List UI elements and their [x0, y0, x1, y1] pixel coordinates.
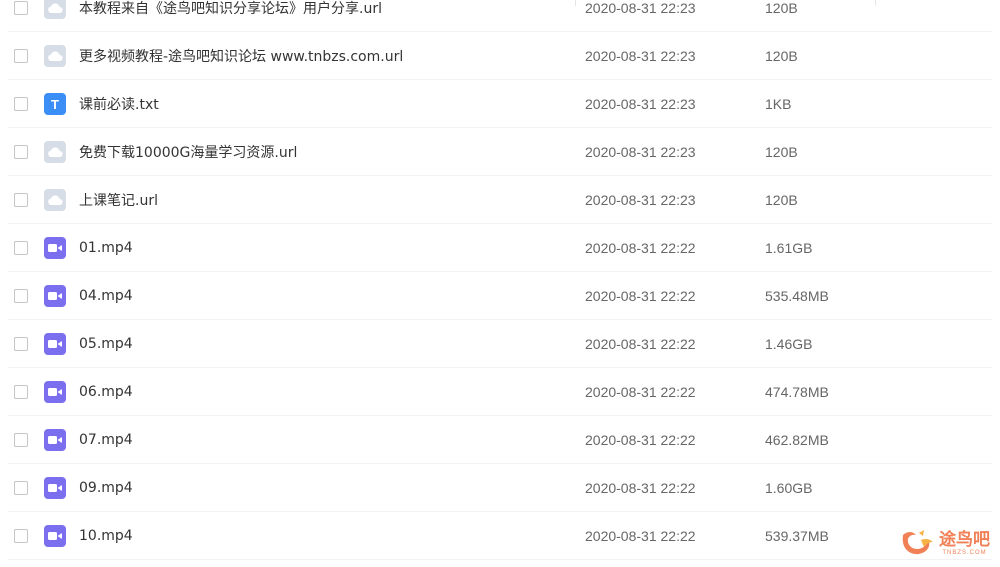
file-row[interactable]: 04.mp4 2020-08-31 22:22 535.48MB: [0, 272, 1000, 320]
video-file-icon: [44, 237, 66, 259]
file-row[interactable]: T 课前必读.txt 2020-08-31 22:23 1KB: [0, 80, 1000, 128]
row-checkbox[interactable]: [14, 193, 28, 207]
file-date: 2020-08-31 22:22: [585, 384, 696, 400]
file-row[interactable]: 06.mp4 2020-08-31 22:22 474.78MB: [0, 368, 1000, 416]
file-row[interactable]: 07.mp4 2020-08-31 22:22 462.82MB: [0, 416, 1000, 464]
watermark-domain: TNBZS.COM: [942, 550, 987, 556]
file-row[interactable]: 09.mp4 2020-08-31 22:22 1.60GB: [0, 464, 1000, 512]
file-row[interactable]: 05.mp4 2020-08-31 22:22 1.46GB: [0, 320, 1000, 368]
file-date: 2020-08-31 22:22: [585, 432, 696, 448]
file-name[interactable]: 更多视频教程-途鸟吧知识论坛 www.tnbzs.com.url: [79, 46, 403, 66]
row-checkbox[interactable]: [14, 241, 28, 255]
file-size: 539.37MB: [765, 528, 829, 544]
file-date: 2020-08-31 22:22: [585, 480, 696, 496]
file-size: 1KB: [765, 96, 792, 112]
file-row[interactable]: 更多视频教程-途鸟吧知识论坛 www.tnbzs.com.url 2020-08…: [0, 32, 1000, 80]
file-row[interactable]: 上课笔记.url 2020-08-31 22:23 120B: [0, 176, 1000, 224]
file-name[interactable]: 本教程来自《途鸟吧知识分享论坛》用户分享.url: [79, 0, 382, 18]
link-file-icon: [44, 45, 66, 67]
site-watermark: 途鸟吧 TNBZS.COM: [897, 527, 990, 561]
row-checkbox[interactable]: [14, 289, 28, 303]
file-size: 1.61GB: [765, 240, 813, 256]
file-date: 2020-08-31 22:22: [585, 528, 696, 544]
file-row[interactable]: 01.mp4 2020-08-31 22:22 1.61GB: [0, 224, 1000, 272]
file-row[interactable]: 10.mp4 2020-08-31 22:22 539.37MB: [0, 512, 1000, 560]
file-date: 2020-08-31 22:23: [585, 0, 696, 16]
row-checkbox[interactable]: [14, 529, 28, 543]
file-date: 2020-08-31 22:22: [585, 336, 696, 352]
file-name[interactable]: 05.mp4: [79, 336, 133, 352]
video-file-icon: [44, 525, 66, 547]
file-row[interactable]: 本教程来自《途鸟吧知识分享论坛》用户分享.url 2020-08-31 22:2…: [0, 0, 1000, 32]
row-checkbox[interactable]: [14, 481, 28, 495]
file-name[interactable]: 上课笔记.url: [79, 190, 158, 210]
video-file-icon: [44, 381, 66, 403]
video-file-icon: [44, 285, 66, 307]
file-name[interactable]: 04.mp4: [79, 288, 133, 304]
file-size: 120B: [765, 48, 798, 64]
file-size: 120B: [765, 192, 798, 208]
file-date: 2020-08-31 22:23: [585, 192, 696, 208]
row-checkbox[interactable]: [14, 385, 28, 399]
file-name[interactable]: 课前必读.txt: [79, 94, 159, 114]
file-list: 本教程来自《途鸟吧知识分享论坛》用户分享.url 2020-08-31 22:2…: [0, 0, 1000, 567]
file-size: 120B: [765, 0, 798, 16]
row-checkbox[interactable]: [14, 49, 28, 63]
link-file-icon: [44, 189, 66, 211]
row-checkbox[interactable]: [14, 1, 28, 15]
row-checkbox[interactable]: [14, 97, 28, 111]
link-file-icon: [44, 0, 66, 19]
file-size: 535.48MB: [765, 288, 829, 304]
row-checkbox[interactable]: [14, 337, 28, 351]
watermark-text: 途鸟吧 TNBZS.COM: [939, 530, 990, 557]
bird-logo-icon: [897, 527, 937, 561]
file-size: 474.78MB: [765, 384, 829, 400]
file-name[interactable]: 免费下载10000G海量学习资源.url: [79, 142, 297, 162]
text-file-icon: T: [44, 93, 66, 115]
file-name[interactable]: 09.mp4: [79, 480, 133, 496]
file-date: 2020-08-31 22:23: [585, 96, 696, 112]
file-size: 462.82MB: [765, 432, 829, 448]
video-file-icon: [44, 429, 66, 451]
file-name[interactable]: 01.mp4: [79, 240, 133, 256]
row-checkbox[interactable]: [14, 145, 28, 159]
file-row[interactable]: 免费下载10000G海量学习资源.url 2020-08-31 22:23 12…: [0, 128, 1000, 176]
row-checkbox[interactable]: [14, 433, 28, 447]
file-date: 2020-08-31 22:23: [585, 48, 696, 64]
link-file-icon: [44, 141, 66, 163]
file-size: 1.60GB: [765, 480, 813, 496]
file-size: 120B: [765, 144, 798, 160]
file-name[interactable]: 06.mp4: [79, 384, 133, 400]
file-date: 2020-08-31 22:22: [585, 288, 696, 304]
watermark-brand: 途鸟吧: [939, 530, 990, 550]
video-file-icon: [44, 333, 66, 355]
file-date: 2020-08-31 22:22: [585, 240, 696, 256]
video-file-icon: [44, 477, 66, 499]
file-date: 2020-08-31 22:23: [585, 144, 696, 160]
file-size: 1.46GB: [765, 336, 813, 352]
file-name[interactable]: 10.mp4: [79, 528, 133, 544]
file-name[interactable]: 07.mp4: [79, 432, 133, 448]
